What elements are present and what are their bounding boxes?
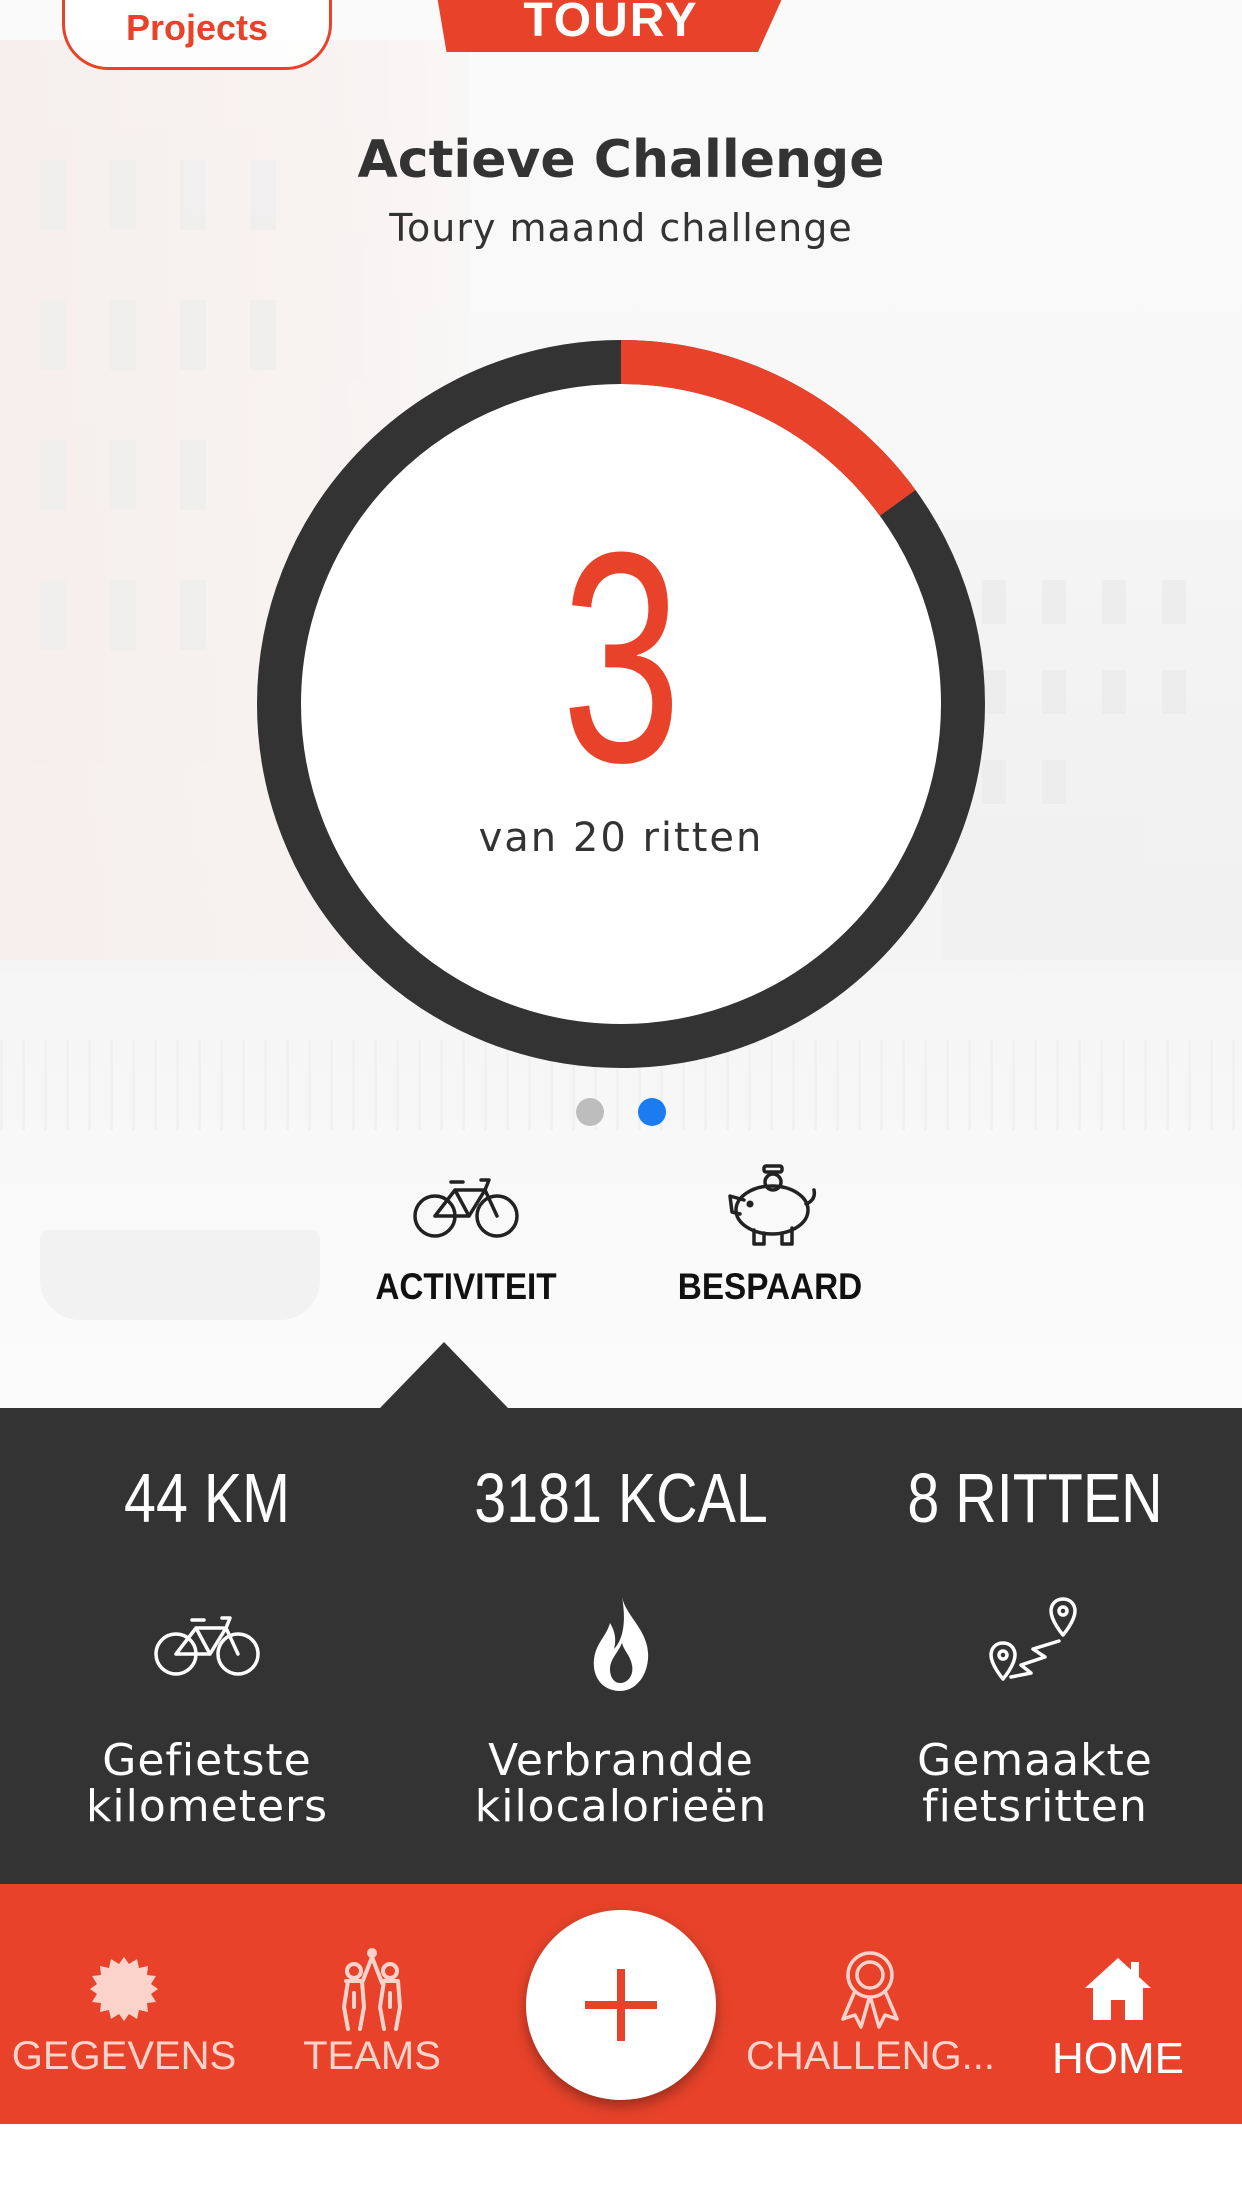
rides-completed-count: 3 — [560, 489, 682, 825]
ring-center: 3 van 20 ritten — [257, 340, 985, 1068]
tab-activiteit[interactable]: ACTIVITEIT — [346, 1160, 586, 1308]
stat-calories: 3181 KCAL Verbrandde kilocalorieën — [414, 1408, 828, 1884]
badge-icon — [0, 1944, 248, 2034]
toury-logo: TOURY — [436, 0, 786, 52]
stat-distance-value: 44 KM — [124, 1459, 290, 1537]
projects-button-label: Projects — [125, 7, 269, 48]
home-icon — [994, 1944, 1242, 2034]
nav-gegevens-label: GEGEVENS — [11, 2034, 237, 2078]
stat-distance-desc-line2: kilometers — [85, 1781, 329, 1832]
stat-rides: 8 RITTEN Gemaakte fietsritten — [828, 1408, 1242, 1884]
stat-distance-desc-line1: Gefietste — [102, 1735, 312, 1786]
page-title: Actieve Challenge — [357, 130, 885, 190]
nav-teams[interactable]: TEAMS — [248, 1884, 496, 2124]
tab-bespaard[interactable]: BESPAARD — [650, 1160, 890, 1308]
bottom-safe-area — [0, 2124, 1242, 2208]
flame-icon — [414, 1588, 828, 1698]
projects-button[interactable]: Projects — [62, 0, 332, 70]
nav-gegevens[interactable]: GEGEVENS — [0, 1884, 248, 2124]
stat-distance: 44 KM Gefietste kilometers — [0, 1408, 414, 1884]
bicycle-icon — [346, 1160, 586, 1250]
tab-bespaard-label: BESPAARD — [677, 1266, 863, 1307]
piggy-bank-icon — [650, 1160, 890, 1250]
page-dot-1[interactable] — [576, 1098, 604, 1126]
stat-rides-desc-line2: fietsritten — [922, 1781, 1148, 1832]
stat-rides-value: 8 RITTEN — [907, 1459, 1163, 1537]
nav-challenges-label: CHALLENG... — [746, 2034, 995, 2078]
nav-home[interactable]: HOME — [994, 1884, 1242, 2124]
page-dot-2[interactable] — [638, 1098, 666, 1126]
add-ride-button[interactable] — [526, 1910, 716, 2100]
route-pins-icon — [828, 1588, 1242, 1698]
nav-challenges[interactable]: CHALLENG... — [746, 1884, 995, 2124]
page-indicator — [0, 1098, 1242, 1126]
tab-activiteit-label: ACTIVITEIT — [375, 1266, 557, 1307]
plus-icon — [585, 1969, 657, 2041]
challenge-name: Toury maand challenge — [389, 206, 853, 250]
stats-panel: 44 KM Gefietste kilometers 3181 KCAL Ver… — [0, 1408, 1242, 1884]
active-tab-pointer — [380, 1342, 508, 1408]
stat-calories-desc-line1: Verbrandde — [488, 1735, 754, 1786]
logo-text: TOURY — [523, 0, 699, 47]
nav-home-label: HOME — [1052, 2034, 1184, 2083]
stat-calories-desc-line2: kilocalorieën — [474, 1781, 768, 1832]
bicycle-icon — [0, 1588, 414, 1698]
stat-calories-value: 3181 KCAL — [474, 1459, 768, 1537]
ribbon-award-icon — [746, 1944, 994, 2034]
nav-teams-label: TEAMS — [303, 2034, 441, 2078]
team-icon — [248, 1944, 496, 2034]
stat-rides-desc-line1: Gemaakte — [917, 1735, 1153, 1786]
